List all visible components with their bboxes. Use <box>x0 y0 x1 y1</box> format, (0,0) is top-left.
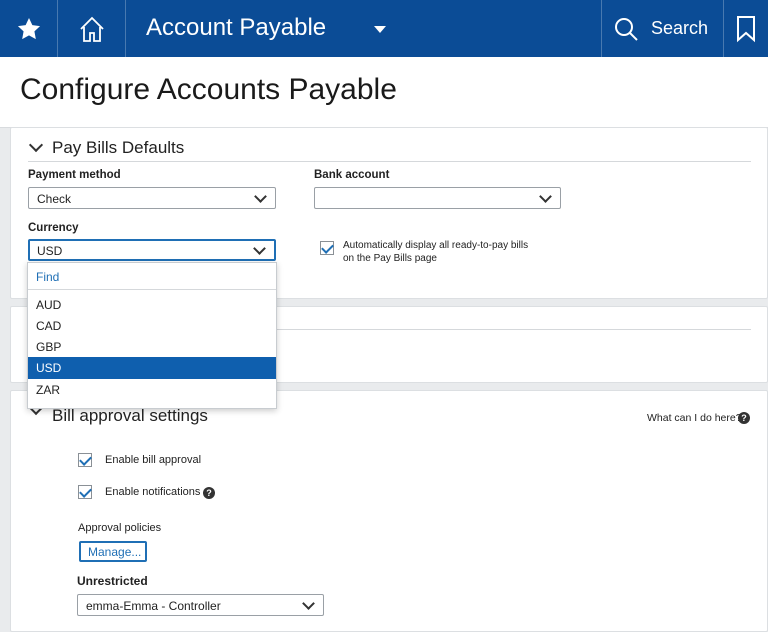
chevron-down-icon <box>254 190 267 203</box>
enable-approval-checkbox[interactable] <box>78 453 92 467</box>
payment-method-label: Payment method <box>28 169 121 181</box>
check-icon <box>79 453 92 466</box>
option-label: CAD <box>36 319 62 333</box>
approval-policies-label: Approval policies <box>78 522 162 534</box>
help-icon[interactable]: ? <box>738 412 750 424</box>
chevron-down-icon <box>253 242 266 255</box>
chevron-down-icon <box>539 190 552 203</box>
auto-display-label: Automatically display all ready-to-pay b… <box>343 240 529 251</box>
currency-option-selected[interactable]: USD <box>28 357 276 379</box>
divider <box>125 0 126 57</box>
star-icon <box>17 17 40 39</box>
option-label: GBP <box>36 340 62 354</box>
page-header: Configure Accounts Payable <box>0 57 768 128</box>
unrestricted-value: emma-Emma - Controller <box>86 599 221 613</box>
unrestricted-label: Unrestricted <box>77 574 148 588</box>
currency-option[interactable]: CAD <box>28 315 276 336</box>
currency-option[interactable]: ZAR <box>28 379 276 400</box>
currency-option[interactable]: AUD <box>28 294 276 315</box>
currency-value: USD <box>37 244 63 258</box>
auto-display-label-line2: on the Pay Bills page <box>343 253 437 264</box>
manage-button[interactable]: Manage... <box>79 541 147 562</box>
help-icon[interactable]: ? <box>203 487 215 499</box>
manage-button-label: Manage... <box>88 545 142 559</box>
payment-method-value: Check <box>37 192 72 206</box>
currency-select[interactable]: USD <box>28 239 276 261</box>
check-icon <box>79 485 92 498</box>
divider <box>28 161 751 162</box>
enable-approval-label: Enable bill approval <box>105 454 202 466</box>
option-label: USD <box>36 361 62 375</box>
option-label: AUD <box>36 298 62 312</box>
home-button[interactable] <box>58 0 125 57</box>
app-title[interactable]: Account Payable <box>146 14 326 42</box>
payment-method-select[interactable]: Check <box>28 187 276 209</box>
divider <box>601 0 602 57</box>
find-placeholder: Find <box>36 270 60 284</box>
check-icon <box>321 241 334 254</box>
find-field[interactable]: Find <box>28 263 276 290</box>
section-title[interactable]: Pay Bills Defaults <box>52 138 184 158</box>
chevron-down-icon[interactable] <box>28 137 44 153</box>
help-link[interactable]: What can I do here? <box>647 412 742 424</box>
currency-option[interactable]: GBP <box>28 336 276 357</box>
currency-label: Currency <box>28 222 79 234</box>
auto-display-checkbox[interactable] <box>320 241 334 255</box>
chevron-down-icon <box>302 597 315 610</box>
home-icon <box>79 16 104 42</box>
currency-dropdown: Find AUD CAD GBP USD ZAR <box>27 262 277 409</box>
favorites-button[interactable] <box>0 0 57 57</box>
top-bar: Account Payable Search <box>0 0 768 57</box>
bank-account-select[interactable] <box>314 187 561 209</box>
option-label: ZAR <box>36 383 60 397</box>
enable-notifications-checkbox[interactable] <box>78 485 92 499</box>
search-button[interactable]: Search <box>651 18 708 39</box>
unrestricted-select[interactable]: emma-Emma - Controller <box>77 594 324 616</box>
enable-notifications-label: Enable notifications <box>105 486 201 498</box>
caret-down-icon[interactable] <box>374 26 386 33</box>
search-icon[interactable] <box>610 0 642 57</box>
bookmark-icon[interactable] <box>724 0 768 57</box>
bill-approval-card: Bill approval settings What can I do her… <box>10 390 768 632</box>
bank-account-label: Bank account <box>314 169 390 181</box>
section-title[interactable]: Bill approval settings <box>52 406 208 426</box>
page-title: Configure Accounts Payable <box>20 73 397 106</box>
